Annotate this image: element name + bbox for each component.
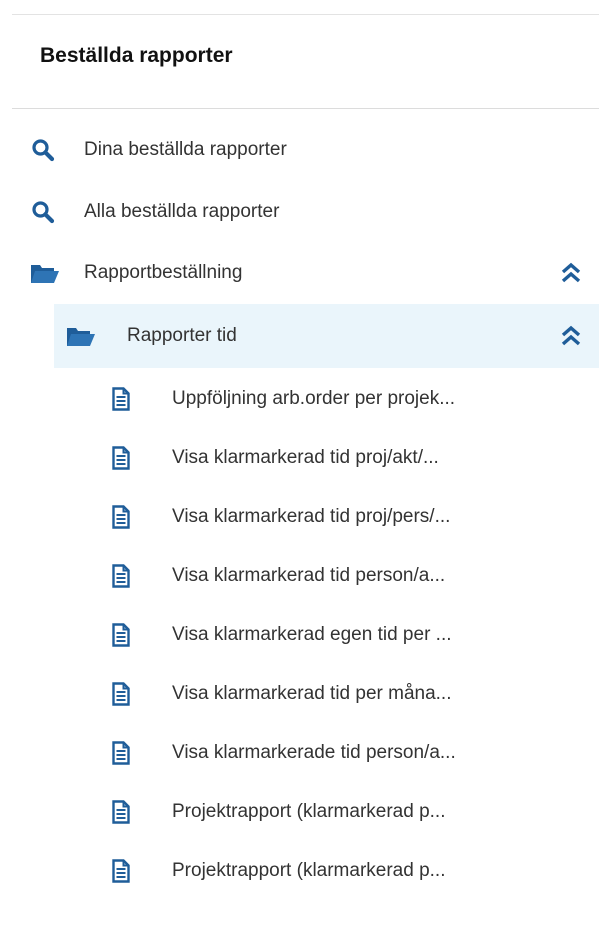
- report-label: Visa klarmarkerad egen tid per ...: [172, 624, 452, 645]
- document-icon: [110, 563, 132, 589]
- document-icon: [110, 681, 132, 707]
- document-icon: [110, 622, 132, 648]
- folder-label: Rapportbeställning: [84, 262, 243, 283]
- search-item-all[interactable]: Alla beställda rapporter: [0, 186, 599, 238]
- document-icon: [110, 386, 132, 412]
- report-label: Visa klarmarkerad tid person/a...: [172, 565, 446, 586]
- report-label: Projektrapport (klarmarkerad p...: [172, 860, 446, 881]
- folder-rapportbestallning[interactable]: Rapportbeställning: [0, 247, 599, 299]
- chevron-double-up-icon[interactable]: [557, 259, 585, 287]
- document-icon: [110, 799, 132, 825]
- search-item-label: Alla beställda rapporter: [84, 201, 280, 222]
- search-item-mine[interactable]: Dina beställda rapporter: [0, 124, 599, 176]
- search-icon: [30, 199, 56, 225]
- report-item[interactable]: Visa klarmarkerad egen tid per ...: [0, 609, 599, 661]
- report-item[interactable]: Projektrapport (klarmarkerad p...: [0, 845, 599, 897]
- chevron-double-up-icon[interactable]: [557, 322, 585, 350]
- document-icon: [110, 504, 132, 530]
- report-item[interactable]: Visa klarmarkerad tid proj/akt/...: [0, 432, 599, 484]
- search-item-label: Dina beställda rapporter: [84, 139, 287, 160]
- report-item[interactable]: Projektrapport (klarmarkerad p...: [0, 786, 599, 838]
- panel-title: Beställda rapporter: [40, 44, 233, 67]
- report-item[interactable]: Uppföljning arb.order per projek...: [0, 373, 599, 425]
- report-item[interactable]: Visa klarmarkerad tid proj/pers/...: [0, 491, 599, 543]
- report-label: Projektrapport (klarmarkerad p...: [172, 801, 446, 822]
- folder-open-icon: [66, 323, 96, 349]
- folder-label: Rapporter tid: [127, 325, 237, 346]
- report-label: Visa klarmarkerad tid proj/akt/...: [172, 447, 439, 468]
- report-label: Uppföljning arb.order per projek...: [172, 388, 456, 409]
- report-item[interactable]: Visa klarmarkerad tid per måna...: [0, 668, 599, 720]
- folder-rapporter-tid[interactable]: Rapporter tid: [54, 304, 599, 368]
- search-icon: [30, 137, 56, 163]
- top-divider: [12, 14, 599, 15]
- document-icon: [110, 858, 132, 884]
- title-divider: [12, 108, 599, 109]
- folder-open-icon: [30, 260, 60, 286]
- report-label: Visa klarmarkerad tid proj/pers/...: [172, 506, 451, 527]
- report-item[interactable]: Visa klarmarkerade tid person/a...: [0, 727, 599, 779]
- document-icon: [110, 445, 132, 471]
- document-icon: [110, 740, 132, 766]
- report-label: Visa klarmarkerade tid person/a...: [172, 742, 456, 763]
- report-label: Visa klarmarkerad tid per måna...: [172, 683, 452, 704]
- report-item[interactable]: Visa klarmarkerad tid person/a...: [0, 550, 599, 602]
